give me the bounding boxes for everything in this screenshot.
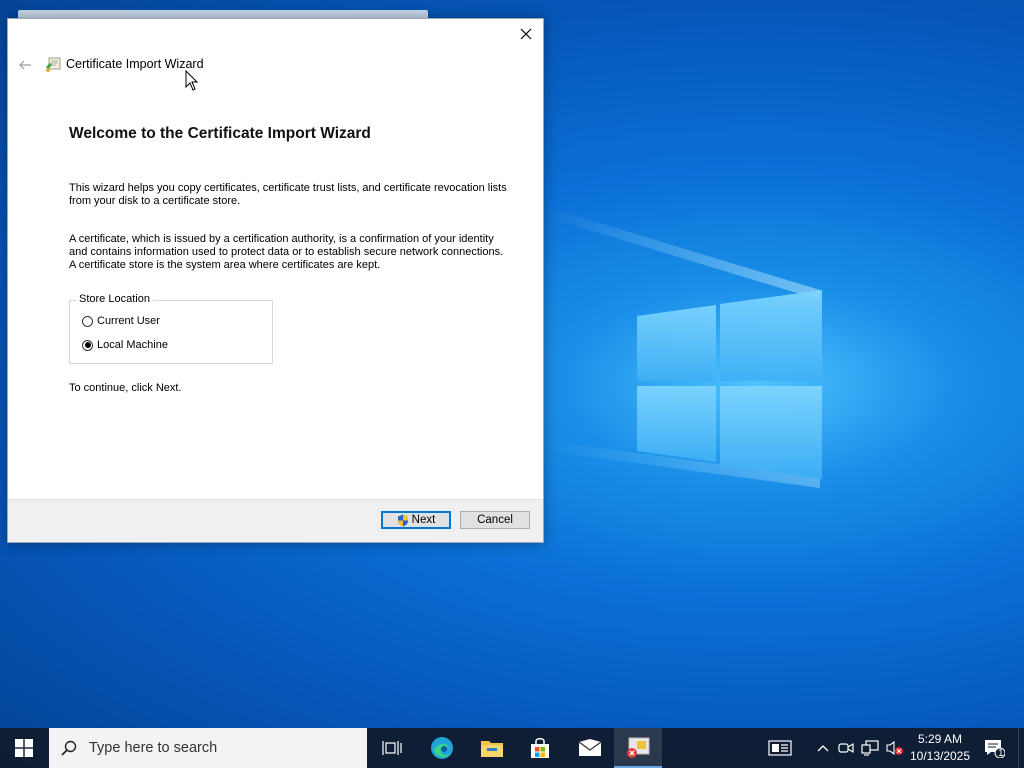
close-button[interactable] [509,19,543,49]
chevron-up-icon [817,745,829,752]
current-user-radio[interactable]: Current User [82,315,160,327]
edge-taskbar-button[interactable] [418,728,466,768]
radio-unchecked-icon [82,315,93,327]
cancel-button[interactable]: Cancel [460,511,530,529]
news-button[interactable] [764,728,796,768]
clock-date: 10/13/2025 [909,749,971,763]
store-location-label: Store Location [76,293,153,305]
certificate-description: A certificate, which is issued by a cert… [69,233,504,271]
window-title: Certificate Import Wizard [66,57,204,71]
store-icon [531,738,549,758]
edge-icon [431,737,453,759]
continue-instruction: To continue, click Next. [69,382,182,394]
meet-now-button[interactable] [836,728,856,768]
back-button[interactable] [13,55,37,75]
dialog-footer: Next Cancel [8,499,543,542]
show-hidden-icons-button[interactable] [812,728,834,768]
show-desktop-button[interactable] [1018,728,1024,768]
start-button[interactable] [0,728,48,768]
taskbar-clock[interactable]: 5:29 AM 10/13/2025 [906,731,974,765]
search-icon [61,740,77,756]
cancel-button-label: Cancel [477,514,513,526]
windows-logo-icon [15,739,33,757]
file-explorer-taskbar-button[interactable] [468,728,516,768]
back-arrow-icon [19,60,31,70]
windows-desktop-logo [637,290,822,479]
certificate-app-icon [627,737,650,758]
folder-icon [481,741,503,757]
action-center-button[interactable]: 1 [978,728,1010,768]
close-icon [520,28,532,40]
volume-button[interactable] [884,728,906,768]
clock-time: 5:29 AM [917,732,963,746]
radio-checked-icon [82,339,93,351]
mouse-pointer-icon [185,70,199,91]
taskbar-search-box[interactable]: Type here to search [49,728,367,768]
network-icon [861,740,879,756]
background-window-edge [18,10,428,18]
certificate-import-wizard-dialog: Certificate Import Wizard Welcome to the… [7,18,544,543]
mail-icon [578,739,602,756]
uac-shield-icon [397,514,408,526]
network-button[interactable] [858,728,882,768]
store-location-group: Store Location Current User Local Machin… [69,293,273,364]
meet-now-icon [838,742,854,754]
search-placeholder: Type here to search [89,740,218,756]
intro-paragraph: This wizard helps you copy certificates,… [69,182,507,207]
task-view-icon [382,741,402,755]
mail-taskbar-button[interactable] [566,728,614,768]
taskbar: Type here to search 5:29 AM 10/13/2025 1 [0,728,1024,768]
certificate-wizard-taskbar-button[interactable] [614,728,662,768]
certificate-icon [46,57,61,72]
next-button[interactable]: Next [381,511,451,529]
news-icon [768,740,792,756]
current-user-label: Current User [97,315,160,327]
local-machine-label: Local Machine [97,339,168,351]
store-taskbar-button[interactable] [516,728,564,768]
task-view-button[interactable] [370,728,414,768]
volume-muted-icon [886,740,903,756]
notification-count-badge: 1 [998,748,1004,759]
next-button-label: Next [411,514,436,526]
page-heading: Welcome to the Certificate Import Wizard [69,125,371,142]
local-machine-radio[interactable]: Local Machine [82,339,168,351]
